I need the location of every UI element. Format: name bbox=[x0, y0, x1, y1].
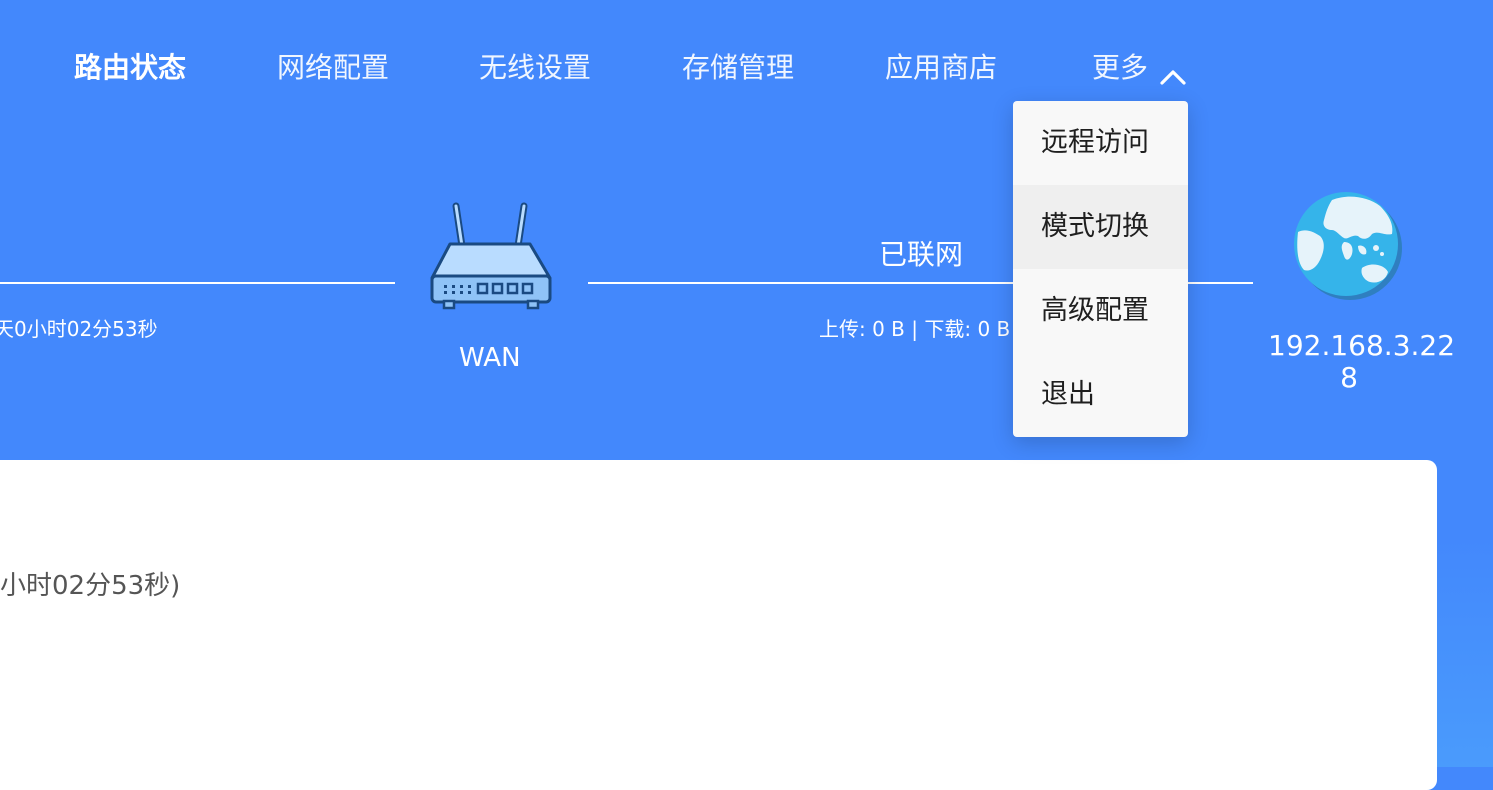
menu-item-advanced-config-label: 高级配置 bbox=[1041, 295, 1149, 326]
nav-storage-management[interactable]: 存储管理 bbox=[682, 48, 794, 88]
content-card bbox=[0, 460, 1437, 790]
menu-item-mode-switch[interactable]: 模式切换 bbox=[1013, 185, 1188, 269]
left-uptime: 天0小时02分53秒 bbox=[0, 317, 158, 341]
traffic-stats: 上传: 0 B | 下载: 0 B bbox=[819, 317, 1011, 341]
nav-wireless-settings[interactable]: 无线设置 bbox=[479, 48, 591, 88]
nav-storage-management-label: 存储管理 bbox=[682, 51, 795, 84]
globe-icon bbox=[1292, 190, 1404, 302]
nav-more[interactable]: 更多 bbox=[1092, 48, 1186, 88]
connection-state: 已联网 bbox=[879, 238, 964, 271]
menu-item-logout-label: 退出 bbox=[1041, 379, 1095, 410]
menu-item-remote-access-label: 远程访问 bbox=[1041, 127, 1149, 158]
nav-route-status[interactable]: 路由状态 bbox=[74, 48, 186, 88]
ip-address-line1: 192.168.3.22 bbox=[1268, 329, 1456, 362]
more-dropdown-menu: 远程访问 模式切换 高级配置 退出 bbox=[1013, 101, 1188, 437]
wan-label: WAN bbox=[459, 343, 521, 373]
nav-network-config[interactable]: 网络配置 bbox=[277, 48, 389, 88]
router-icon bbox=[428, 200, 556, 315]
card-uptime-text: 小时02分53秒) bbox=[0, 571, 181, 601]
chevron-up-icon bbox=[1160, 58, 1186, 85]
menu-item-mode-switch-label: 模式切换 bbox=[1041, 211, 1149, 242]
menu-item-advanced-config[interactable]: 高级配置 bbox=[1013, 269, 1188, 353]
menu-item-remote-access[interactable]: 远程访问 bbox=[1013, 101, 1188, 185]
ip-address-line2: 8 bbox=[1340, 361, 1358, 394]
nav-more-label: 更多 bbox=[1092, 51, 1149, 84]
nav-network-config-label: 网络配置 bbox=[277, 51, 390, 84]
ip-address: 192.168.3.22 8 bbox=[1268, 329, 1456, 394]
link-line-left bbox=[0, 282, 395, 284]
nav-app-store[interactable]: 应用商店 bbox=[885, 48, 997, 88]
nav-app-store-label: 应用商店 bbox=[885, 51, 998, 84]
nav-wireless-settings-label: 无线设置 bbox=[479, 51, 592, 84]
menu-item-logout[interactable]: 退出 bbox=[1013, 353, 1188, 437]
nav-route-status-label: 路由状态 bbox=[74, 51, 187, 84]
